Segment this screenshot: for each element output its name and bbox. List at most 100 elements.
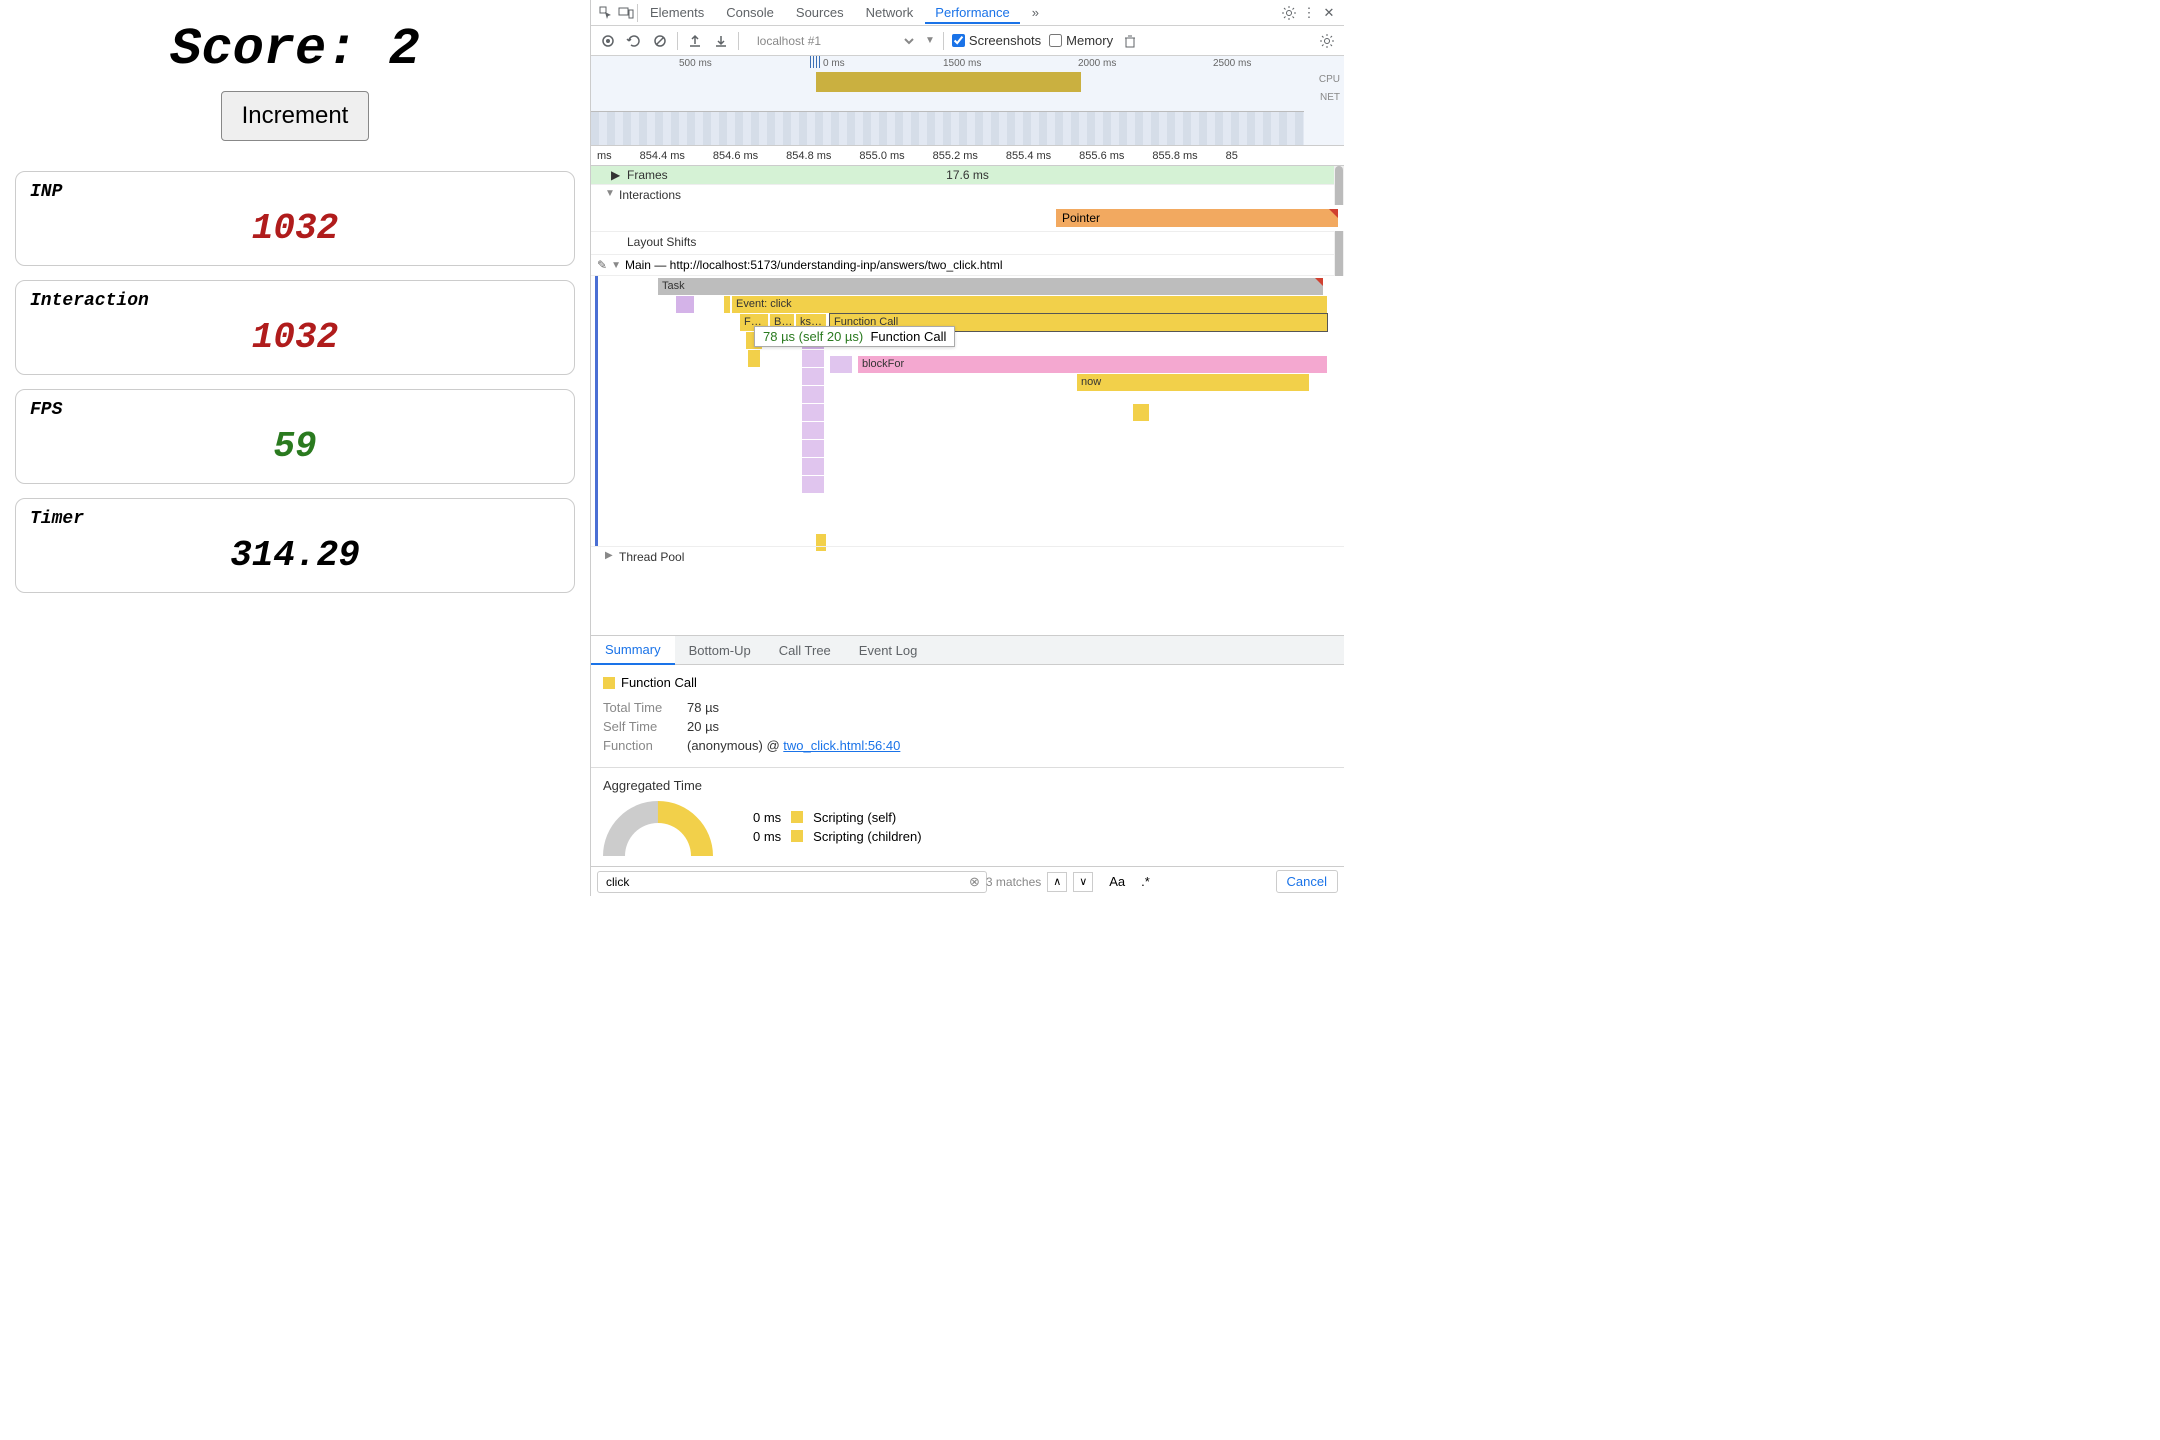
tab-bottom-up[interactable]: Bottom-Up <box>675 637 765 664</box>
download-icon[interactable] <box>712 32 730 50</box>
total-time-value: 78 µs <box>687 700 719 715</box>
inp-label: INP <box>30 182 560 202</box>
interaction-value: 1032 <box>30 317 560 358</box>
flame-tooltip: 78 µs (self 20 µs) Function Call <box>754 326 955 347</box>
flame-bar[interactable] <box>802 386 824 403</box>
fps-card: FPS 59 <box>15 389 575 484</box>
close-devtools-icon[interactable]: ✕ <box>1320 4 1338 22</box>
kebab-menu-icon[interactable]: ⋮ <box>1300 4 1318 22</box>
edit-icon[interactable]: ✎ <box>597 258 607 272</box>
search-bar: ⊗ 3 matches ∧ ∨ Aa .* Cancel <box>591 866 1344 896</box>
tracks-area: ▶ Frames 17.6 ms ▼Interactions Pointer L… <box>591 166 1344 635</box>
inp-value: 1032 <box>30 208 560 249</box>
profile-select[interactable]: localhost #1 <box>747 31 917 51</box>
clear-icon[interactable] <box>651 32 669 50</box>
aggregated-title: Aggregated Time <box>603 778 1332 793</box>
timer-label: Timer <box>30 509 560 529</box>
tabs-more[interactable]: » <box>1022 1 1049 24</box>
flame-bar[interactable] <box>802 422 824 439</box>
aggregated-donut <box>603 801 713 856</box>
time-ruler[interactable]: ms 854.4 ms 854.6 ms 854.8 ms 855.0 ms 8… <box>591 146 1344 166</box>
fps-label: FPS <box>30 400 560 420</box>
search-cancel[interactable]: Cancel <box>1276 870 1338 893</box>
ov-filmstrip[interactable] <box>591 111 1304 145</box>
interaction-card: Interaction 1032 <box>15 280 575 375</box>
inspect-icon[interactable] <box>597 4 615 22</box>
score-display: Score: 2 <box>15 20 575 79</box>
self-time-value: 20 µs <box>687 719 719 734</box>
flame-bar[interactable] <box>676 296 694 313</box>
search-matches: 3 matches <box>986 875 1041 889</box>
tab-sources[interactable]: Sources <box>786 1 854 24</box>
ov-net-label: NET <box>1320 92 1340 103</box>
flame-bar[interactable] <box>830 356 852 373</box>
detail-tabs: Summary Bottom-Up Call Tree Event Log <box>591 635 1344 665</box>
fps-value: 59 <box>30 426 560 467</box>
reload-record-icon[interactable] <box>625 32 643 50</box>
settings-icon[interactable] <box>1280 4 1298 22</box>
summary-swatch <box>603 677 615 689</box>
search-clear-icon[interactable]: ⊗ <box>969 874 980 890</box>
ov-tick: 0 ms <box>823 58 845 69</box>
interactions-header[interactable]: ▼Interactions <box>591 185 1344 205</box>
source-link[interactable]: two_click.html:56:40 <box>783 738 900 753</box>
overview-minimap[interactable]: 500 ms 0 ms 1500 ms 2000 ms 2500 ms CPU … <box>591 56 1344 146</box>
flame-bar[interactable] <box>802 458 824 475</box>
flame-bar[interactable] <box>724 296 730 313</box>
tab-performance[interactable]: Performance <box>925 1 1019 24</box>
tab-network[interactable]: Network <box>856 1 924 24</box>
layout-shifts-header[interactable]: Layout Shifts <box>591 232 1344 254</box>
frames-track[interactable]: ▶ Frames 17.6 ms <box>591 166 1344 184</box>
flame-chart[interactable]: Task Event: click F… B… ks… Function Cal… <box>595 276 1344 546</box>
flame-bar[interactable] <box>802 350 824 367</box>
flame-bar[interactable] <box>802 368 824 385</box>
aggregated-panel: Aggregated Time 0 msScripting (self) 0 m… <box>591 767 1344 866</box>
flame-bar[interactable] <box>802 404 824 421</box>
gc-icon[interactable] <box>1121 32 1139 50</box>
regex-toggle[interactable]: .* <box>1141 874 1150 889</box>
score-label: Score: <box>170 20 357 79</box>
perf-toolbar: localhost #1 ▼ Screenshots Memory <box>591 26 1344 56</box>
capture-settings-icon[interactable] <box>1318 32 1336 50</box>
flame-bar[interactable] <box>1133 404 1149 421</box>
search-input[interactable] <box>597 871 987 893</box>
search-next[interactable]: ∨ <box>1073 872 1093 892</box>
flame-event-click[interactable]: Event: click <box>732 296 1327 313</box>
search-prev[interactable]: ∧ <box>1047 872 1067 892</box>
flame-now[interactable]: now <box>1077 374 1309 391</box>
upload-icon[interactable] <box>686 32 704 50</box>
increment-button[interactable]: Increment <box>221 91 370 141</box>
timer-value: 314.29 <box>30 535 560 576</box>
flame-bar[interactable] <box>802 476 824 493</box>
summary-panel: Function Call Total Time78 µs Self Time2… <box>591 665 1344 767</box>
score-value: 2 <box>389 20 420 79</box>
thread-pool-header[interactable]: ▶Thread Pool <box>591 546 1344 567</box>
screenshots-checkbox[interactable]: Screenshots <box>952 33 1041 48</box>
devtools-pane: Elements Console Sources Network Perform… <box>590 0 1344 896</box>
inp-card: INP 1032 <box>15 171 575 266</box>
main-track-header[interactable]: ✎ ▼ Main — http://localhost:5173/underst… <box>591 255 1344 276</box>
record-icon[interactable] <box>599 32 617 50</box>
summary-title: Function Call <box>621 675 697 690</box>
flame-bar[interactable] <box>748 350 760 367</box>
flame-task[interactable]: Task <box>658 278 1323 295</box>
ov-activity <box>816 72 1081 92</box>
ov-viewport-marker[interactable] <box>810 56 820 70</box>
flame-bar[interactable] <box>802 440 824 457</box>
tab-call-tree[interactable]: Call Tree <box>765 637 845 664</box>
pointer-event[interactable]: Pointer <box>1056 209 1338 227</box>
device-toggle-icon[interactable] <box>617 4 635 22</box>
tab-console[interactable]: Console <box>716 1 784 24</box>
devtools-tabbar: Elements Console Sources Network Perform… <box>591 0 1344 26</box>
ov-cpu-label: CPU <box>1319 74 1340 85</box>
flame-blockfor[interactable]: blockFor <box>858 356 1327 373</box>
frames-value: 17.6 ms <box>946 168 989 182</box>
match-case-toggle[interactable]: Aa <box>1109 874 1125 889</box>
tab-elements[interactable]: Elements <box>640 1 714 24</box>
tab-summary[interactable]: Summary <box>591 636 675 665</box>
interaction-label: Interaction <box>30 291 560 311</box>
tab-event-log[interactable]: Event Log <box>845 637 932 664</box>
profile-select-arrow: ▼ <box>925 35 935 46</box>
memory-checkbox[interactable]: Memory <box>1049 33 1113 48</box>
timer-card: Timer 314.29 <box>15 498 575 593</box>
